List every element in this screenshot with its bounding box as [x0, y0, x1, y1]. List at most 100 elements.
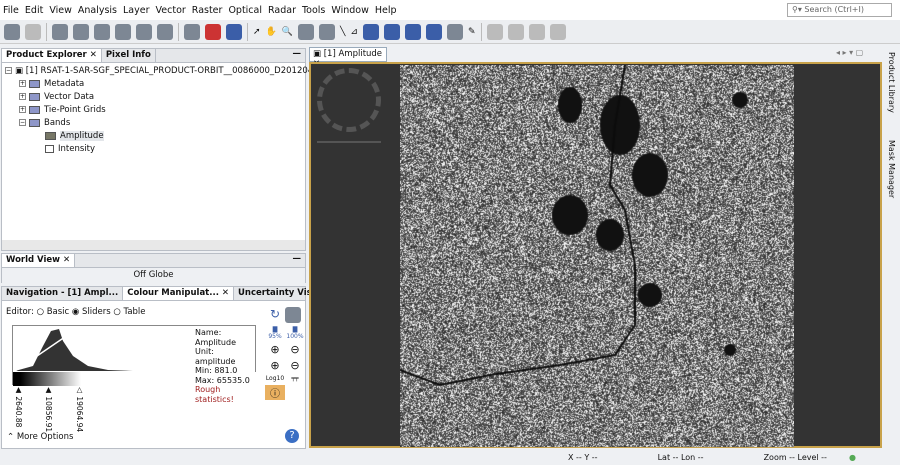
layer-icon[interactable] — [52, 24, 68, 40]
menu-radar[interactable]: Radar — [265, 5, 299, 16]
menu-layer[interactable]: Layer — [120, 5, 153, 16]
tree-band-intensity[interactable]: Intensity — [5, 143, 302, 156]
status-zoom: Zoom -- Level -- — [764, 453, 827, 462]
magic-wand-icon[interactable] — [426, 24, 442, 40]
tab-pixel-info[interactable]: Pixel Info — [102, 49, 156, 62]
minimize-button[interactable]: — — [293, 254, 306, 267]
grid-icon[interactable] — [94, 24, 110, 40]
pin-icon[interactable] — [115, 24, 131, 40]
tab-product-explorer[interactable]: Product Explorer ✕ — [2, 49, 102, 62]
select-tool-icon[interactable]: ➚ — [253, 27, 261, 37]
pan-tool-icon[interactable]: ✋ — [266, 27, 277, 37]
radio-sliders[interactable]: ◉ Sliders — [72, 307, 111, 317]
tree-tie-point-grids[interactable]: + Tie-Point Grids — [5, 104, 302, 117]
tile-evenly-icon[interactable] — [487, 24, 503, 40]
folder-icon — [29, 106, 40, 114]
separator — [178, 23, 179, 41]
band-info: Name: Amplitude Unit: amplitude Min: 881.0… — [195, 328, 255, 404]
graph-builder-icon[interactable] — [184, 24, 200, 40]
band-maths-icon[interactable] — [73, 24, 89, 40]
explorer-tabs: Product Explorer ✕ Pixel Info — — [2, 49, 305, 63]
tree-product[interactable]: − ▣ [1] RSAT-1-SAR-SGF_SPECIAL_PRODUCT-OR… — [5, 65, 302, 78]
menu-analysis[interactable]: Analysis — [75, 5, 120, 16]
slider-1[interactable]: ▲ 2640.88 — [14, 385, 23, 427]
tree-bands[interactable]: − Bands — [5, 117, 302, 130]
tile-vertical-icon[interactable] — [529, 24, 545, 40]
tab-colour-manipulation[interactable]: Colour Manipulat... ✕ — [123, 287, 234, 300]
ellipse-tool-icon[interactable] — [405, 24, 421, 40]
gcp-placing-icon[interactable] — [319, 24, 335, 40]
polygon-tool-icon[interactable] — [384, 24, 400, 40]
menu-edit[interactable]: Edit — [22, 5, 46, 16]
editor-modes: Editor: ○ Basic ◉ Sliders ○ Table — [2, 301, 305, 323]
tab-navigation[interactable]: Navigation - [1] Ampl... — [2, 287, 123, 300]
folder-icon — [29, 93, 40, 101]
separator — [481, 23, 482, 41]
radio-basic[interactable]: ○ Basic — [37, 307, 70, 317]
mask-icon[interactable] — [157, 24, 173, 40]
colour-tools: ↻ ▇ 95% ▇ 100% ⊕ ⊖ ⊕ ⊖ Log10 ╤╤ ⓘ — [265, 307, 305, 400]
folder-open-icon — [29, 119, 40, 127]
menu-help[interactable]: Help — [372, 5, 400, 16]
minimize-button[interactable]: — — [293, 49, 306, 62]
polyline-tool-icon[interactable]: ⊿ — [350, 27, 358, 37]
rectangle-tool-icon[interactable] — [363, 24, 379, 40]
zoom-in-horizontal-icon[interactable]: ⊕ — [265, 359, 285, 372]
reset-icon[interactable]: ↻ — [265, 307, 285, 323]
toolbar: ➚ ✋ 🔍 ╲ ⊿ ✎ — [0, 20, 900, 44]
radio-table[interactable]: ○ Table — [113, 307, 145, 317]
sar-image — [400, 65, 794, 447]
info-icon[interactable]: ⓘ — [265, 385, 285, 400]
menu-vector[interactable]: Vector — [153, 5, 189, 16]
tree-metadata[interactable]: + Metadata — [5, 78, 302, 91]
menu-optical[interactable]: Optical — [225, 5, 265, 16]
export-icon[interactable]: ▇ 100% — [285, 326, 305, 340]
menu-tools[interactable]: Tools — [299, 5, 328, 16]
batch-processing-icon[interactable] — [205, 24, 221, 40]
help-icon[interactable]: ? — [285, 429, 299, 443]
multi-apply-icon[interactable] — [285, 307, 301, 323]
navigation-control[interactable] — [317, 68, 381, 132]
import-icon[interactable]: ▇ 95% — [265, 326, 285, 340]
view-tab-controls[interactable]: ◂ ▸ ▾ ▢ — [836, 48, 863, 57]
search-icon: ⚲▾ — [792, 5, 804, 14]
status-bar: X -- Y -- Lat -- Lon -- Zoom -- Level --… — [540, 450, 900, 465]
horizontal-scrollbar[interactable] — [2, 240, 305, 250]
range-finder-icon[interactable] — [447, 24, 463, 40]
open-product-icon[interactable] — [4, 24, 20, 40]
tree-band-amplitude[interactable]: Amplitude — [5, 130, 302, 143]
colour-manipulation-panel: Navigation - [1] Ampl... Colour Manipula… — [1, 286, 306, 449]
tab-amplitude-view[interactable]: ▣ [1] Amplitude ✕ — [309, 47, 387, 62]
globe-icon: ● — [849, 453, 856, 462]
image-view[interactable] — [309, 62, 882, 448]
gcp-icon[interactable] — [136, 24, 152, 40]
menu-window[interactable]: Window — [328, 5, 371, 16]
menu-raster[interactable]: Raster — [189, 5, 226, 16]
save-product-icon[interactable] — [25, 24, 41, 40]
zoom-in-vertical-icon[interactable]: ⊕ — [265, 343, 285, 356]
zoom-slider[interactable] — [317, 141, 381, 143]
tile-horizontal-icon[interactable] — [508, 24, 524, 40]
log10-toggle[interactable]: Log10 — [265, 375, 285, 382]
pin-placing-icon[interactable] — [298, 24, 314, 40]
zoom-out-horizontal-icon[interactable]: ⊖ — [285, 359, 305, 372]
zoom-tool-icon[interactable]: 🔍 — [282, 27, 293, 37]
world-map-icon[interactable] — [226, 24, 242, 40]
tree-vector-data[interactable]: + Vector Data — [5, 91, 302, 104]
tab-mask-manager[interactable]: Mask Manager — [887, 140, 896, 198]
more-options-button[interactable]: ⌃ More Options — [7, 432, 73, 442]
menu-view[interactable]: View — [46, 5, 75, 16]
virtual-band-icon — [45, 145, 54, 153]
tile-single-icon[interactable] — [550, 24, 566, 40]
search-input[interactable]: ⚲▾ Search (Ctrl+I) — [787, 3, 892, 17]
distribute-icon[interactable]: ╤╤ — [285, 375, 305, 382]
draw-icon[interactable]: ✎ — [468, 27, 476, 37]
slider-2[interactable]: ▲ 10856.91 — [44, 385, 53, 432]
slider-3[interactable]: △ 19064.94 — [75, 385, 84, 432]
zoom-out-vertical-icon[interactable]: ⊖ — [285, 343, 305, 356]
tab-product-library[interactable]: Product Library — [887, 52, 896, 113]
tab-world-view[interactable]: World View ✕ — [2, 254, 75, 267]
menu-file[interactable]: File — [0, 5, 22, 16]
line-tool-icon[interactable]: ╲ — [340, 27, 345, 37]
status-xy: X -- Y -- — [568, 453, 598, 462]
